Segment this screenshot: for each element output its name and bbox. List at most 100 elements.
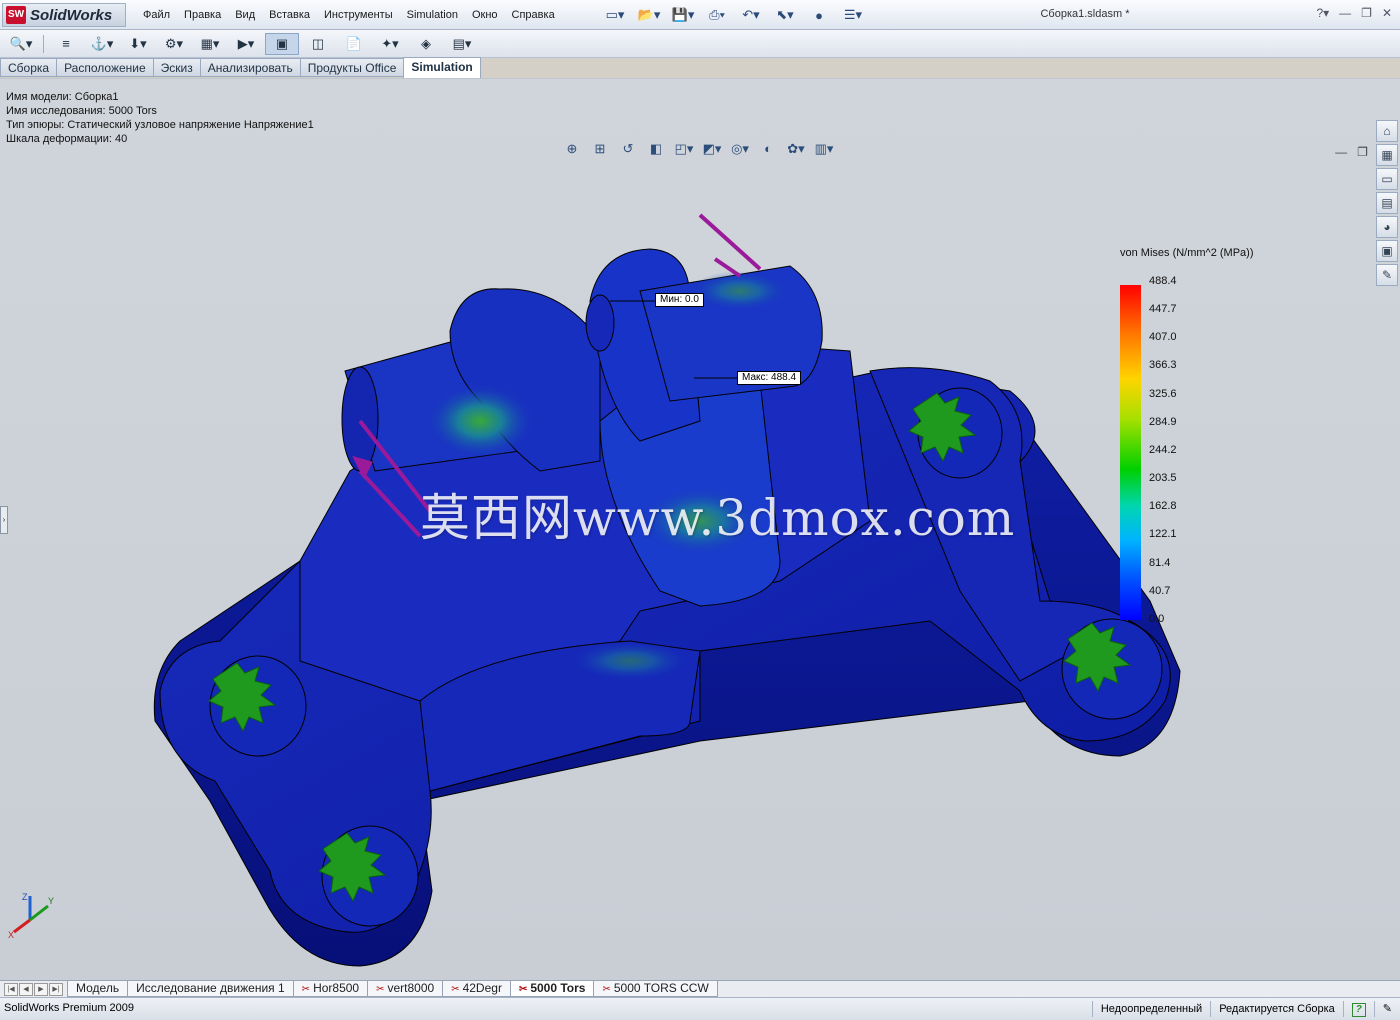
tab-label: Модель	[76, 981, 120, 995]
results-plot-icon[interactable]: ▣	[265, 32, 299, 55]
design-insight-icon[interactable]: ✦▾	[373, 33, 407, 55]
tab-layout[interactable]: Расположение	[56, 58, 153, 77]
solidworks-logo[interactable]: SW SolidWorks	[2, 3, 126, 27]
resources-home-icon[interactable]: ⌂	[1376, 120, 1398, 142]
legend-label: 488.4	[1149, 275, 1177, 287]
prev-tab-arrow-icon[interactable]: ◀	[19, 982, 33, 996]
section-view-icon[interactable]: ◧	[644, 141, 668, 157]
tab-study-hor8500[interactable]: ✂ Hor8500	[292, 981, 369, 997]
new-document-icon[interactable]: ▭▾	[600, 4, 630, 26]
menu-edit[interactable]: Правка	[177, 6, 228, 24]
legend-label: 40.7	[1149, 584, 1171, 597]
view-settings-icon[interactable]: ▥▾	[812, 141, 836, 157]
apply-scene-icon[interactable]: ✿▾	[784, 141, 808, 157]
view-orientation-icon[interactable]: ◰▾	[672, 141, 696, 157]
tab-study-5000-tors-ccw[interactable]: ✂ 5000 TORS CCW	[593, 981, 718, 997]
legend-label: 407.0	[1149, 331, 1177, 344]
study-icon: ✂	[451, 984, 460, 995]
study-name-label: Имя исследования: 5000 Tors	[6, 105, 157, 117]
zoom-icon[interactable]: 🔍▾	[4, 33, 38, 55]
zoom-to-area-icon[interactable]: ⊞	[588, 141, 612, 157]
custom-properties-icon[interactable]: ▣	[1376, 240, 1398, 262]
tab-office-products[interactable]: Продукты Office	[299, 58, 404, 77]
menu-insert[interactable]: Вставка	[262, 6, 317, 24]
menu-help[interactable]: Справка	[505, 6, 562, 24]
design-library-icon[interactable]: ▦	[1376, 144, 1398, 166]
tab-motion-study[interactable]: Исследование движения 1	[127, 981, 294, 997]
toolbar-separator	[43, 34, 44, 53]
edit-appearance-icon[interactable]: ◐	[756, 141, 780, 157]
legend-label: 447.7	[1149, 303, 1177, 316]
compare-results-icon[interactable]: ◫	[301, 33, 335, 55]
zoom-to-fit-icon[interactable]: ⊕	[560, 141, 584, 157]
viewport-minimize-icon[interactable]: —	[1335, 145, 1347, 159]
max-probe-label[interactable]: Макс: 488.4	[737, 371, 802, 385]
status-fields: Недоопределенный Редактируется Сборка ? …	[1091, 998, 1400, 1020]
tab-label: vert8000	[387, 981, 435, 995]
window-controls: ?▾ — ❐ ✕	[1316, 6, 1392, 20]
minimize-icon[interactable]: —	[1339, 6, 1351, 20]
menu-tools[interactable]: Инструменты	[317, 6, 400, 24]
help-status[interactable]: ?	[1342, 1001, 1374, 1017]
previous-view-icon[interactable]: ↺	[616, 141, 640, 157]
rebuild-traffic-light-icon[interactable]: ●	[804, 4, 834, 26]
display-style-icon[interactable]: ◩▾	[700, 141, 724, 157]
tab-label: 42Degr	[462, 981, 502, 995]
appearances-icon[interactable]: ◕	[1376, 216, 1398, 238]
triad-z-label: Z	[22, 892, 28, 902]
feature-manager-collapse-handle[interactable]: ›	[0, 506, 8, 534]
watermark: 莫西网www.3dmox.com	[420, 489, 1016, 547]
save-icon[interactable]: 💾▾	[668, 4, 698, 26]
command-tabs: Сборка Расположение Эскиз Анализировать …	[0, 57, 481, 79]
study-icon: ✂	[376, 984, 385, 995]
menu-file[interactable]: Файл	[136, 6, 177, 24]
connections-icon[interactable]: ⚙▾	[157, 33, 191, 55]
menu-simulation[interactable]: Simulation	[400, 6, 465, 24]
view-palette-icon[interactable]: ▤	[1376, 192, 1398, 214]
open-folder-icon[interactable]: 📂▾	[634, 4, 664, 26]
options-icon[interactable]: ☰▾	[838, 4, 868, 26]
logo-text: SolidWorks	[30, 6, 113, 24]
file-explorer-icon[interactable]: ▭	[1376, 168, 1398, 190]
left-pin-face	[341, 366, 379, 472]
study-list-icon[interactable]: ≡	[49, 33, 83, 55]
close-icon[interactable]: ✕	[1382, 6, 1392, 20]
simulation-advisor-icon[interactable]: ✎	[1376, 264, 1398, 286]
tab-study-42degr[interactable]: ✂ 42Degr	[442, 981, 511, 997]
study-info-block: Имя модели: Сборка1 Имя исследования: 50…	[6, 90, 314, 146]
help-menu-icon[interactable]: ?▾	[1316, 6, 1329, 20]
mesh-icon[interactable]: ▦▾	[193, 33, 227, 55]
menu-window[interactable]: Окно	[465, 6, 505, 24]
undo-icon[interactable]: ↶▾	[736, 4, 766, 26]
tab-sketch[interactable]: Эскиз	[152, 58, 200, 77]
tab-assembly[interactable]: Сборка	[0, 58, 57, 77]
tab-label: 5000 TORS CCW	[613, 981, 709, 995]
plot-type-label: Тип эпюры: Статический узловое напряжени…	[6, 119, 314, 131]
table-icon[interactable]: ▤▾	[445, 33, 479, 55]
next-tab-arrow-icon[interactable]: ▶	[34, 982, 48, 996]
results-advisor-icon[interactable]: ◈	[409, 33, 443, 55]
restore-icon[interactable]: ❐	[1361, 6, 1372, 20]
first-tab-arrow-icon[interactable]: |◀	[4, 982, 18, 996]
legend-label: 122.1	[1149, 528, 1177, 541]
print-icon[interactable]: ⎙▾	[702, 4, 732, 26]
select-pointer-icon[interactable]: ⬉▾	[770, 4, 800, 26]
menu-view[interactable]: Вид	[228, 6, 262, 24]
external-loads-icon[interactable]: ⬇▾	[121, 33, 155, 55]
min-probe-label[interactable]: Мин: 0.0	[655, 293, 704, 307]
run-icon[interactable]: ▶▾	[229, 33, 263, 55]
tab-study-vert8000[interactable]: ✂ vert8000	[367, 981, 444, 997]
tab-label: Исследование движения 1	[136, 981, 285, 995]
last-tab-arrow-icon[interactable]: ▶|	[49, 982, 63, 996]
tab-simulation[interactable]: Simulation	[403, 57, 481, 79]
viewport-restore-icon[interactable]: ❐	[1357, 145, 1368, 159]
menu-bar: Файл Правка Вид Вставка Инструменты Simu…	[136, 6, 562, 24]
tab-evaluate[interactable]: Анализировать	[199, 58, 300, 77]
legend-label: 162.8	[1149, 500, 1177, 513]
rebuild-status[interactable]: ✎	[1373, 1001, 1400, 1017]
tab-model[interactable]: Модель	[67, 981, 129, 997]
hide-show-icon[interactable]: ◎▾	[728, 141, 752, 157]
report-icon[interactable]: 📄	[337, 33, 371, 55]
tab-study-5000-tors[interactable]: ✂ 5000 Tors	[509, 981, 595, 997]
fixtures-icon[interactable]: ⚓▾	[85, 33, 119, 55]
